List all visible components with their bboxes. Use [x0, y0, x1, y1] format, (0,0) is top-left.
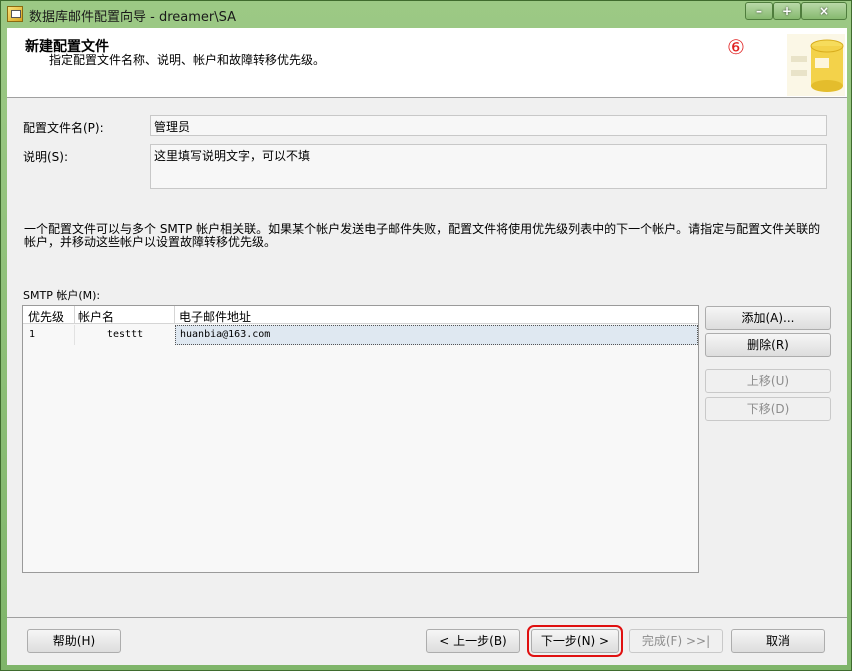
column-header-email[interactable]: 电子邮件地址 [179, 308, 251, 325]
column-divider [74, 325, 75, 345]
description-field[interactable]: 这里填写说明文字，可以不填 [150, 144, 827, 189]
column-header-priority[interactable]: 优先级 [28, 308, 64, 325]
info-text: 一个配置文件可以与多个 SMTP 帐户相关联。如果某个帐户发送电子邮件失败，配置… [24, 222, 821, 249]
cell-priority: 1 [29, 329, 36, 340]
cancel-button[interactable]: 取消 [731, 629, 825, 653]
footer-divider [7, 617, 847, 618]
column-divider[interactable] [74, 306, 75, 324]
window-title: 数据库邮件配置向导 - dreamer\SA [29, 10, 237, 25]
column-header-account[interactable]: 帐户名 [78, 308, 114, 325]
wizard-header: 新建配置文件 指定配置文件名称、说明、帐户和故障转移优先级。 ⑥ [7, 28, 847, 98]
minimize-button[interactable]: – [745, 2, 773, 20]
back-button[interactable]: < 上一步(B) [426, 629, 520, 653]
next-button[interactable]: 下一步(N) > [527, 625, 623, 657]
smtp-accounts-label: SMTP 帐户(M): [23, 289, 101, 302]
add-account-button[interactable]: 添加(A)... [705, 306, 831, 330]
profile-name-label: 配置文件名(P): [23, 121, 104, 135]
step-marker: ⑥ [727, 35, 745, 59]
help-button[interactable]: 帮助(H) [27, 629, 121, 653]
finish-button[interactable]: 完成(F) >>| [629, 629, 723, 653]
wizard-window: 数据库邮件配置向导 - dreamer\SA – + × 新建配置文件 指定配置… [0, 0, 852, 671]
wizard-client-area: 新建配置文件 指定配置文件名称、说明、帐户和故障转移优先级。 ⑥ 配置文件名(P… [7, 28, 847, 665]
column-divider[interactable] [174, 306, 175, 324]
profile-name-field[interactable]: 管理员 [150, 115, 827, 136]
cell-email: huanbia@163.com [180, 329, 271, 340]
smtp-accounts-grid[interactable]: 优先级 帐户名 电子邮件地址 1 testtt huanbia@163.com [22, 305, 699, 573]
move-up-button[interactable]: 上移(U) [705, 369, 831, 393]
database-mail-logo-icon [787, 34, 845, 96]
title-bar[interactable]: 数据库邮件配置向导 - dreamer\SA – + × [1, 1, 851, 27]
move-down-button[interactable]: 下移(D) [705, 397, 831, 421]
maximize-button[interactable]: + [773, 2, 801, 20]
cell-email-selected[interactable]: huanbia@163.com [175, 325, 698, 345]
cell-account: testtt [107, 329, 144, 340]
description-label: 说明(S): [23, 150, 69, 164]
table-row[interactable]: 1 testtt huanbia@163.com [23, 325, 698, 346]
close-button[interactable]: × [801, 2, 847, 20]
database-mail-icon [7, 6, 23, 22]
grid-header: 优先级 帐户名 电子邮件地址 [23, 306, 698, 324]
page-subtitle: 指定配置文件名称、说明、帐户和故障转移优先级。 [49, 53, 326, 67]
remove-account-button[interactable]: 删除(R) [705, 333, 831, 357]
